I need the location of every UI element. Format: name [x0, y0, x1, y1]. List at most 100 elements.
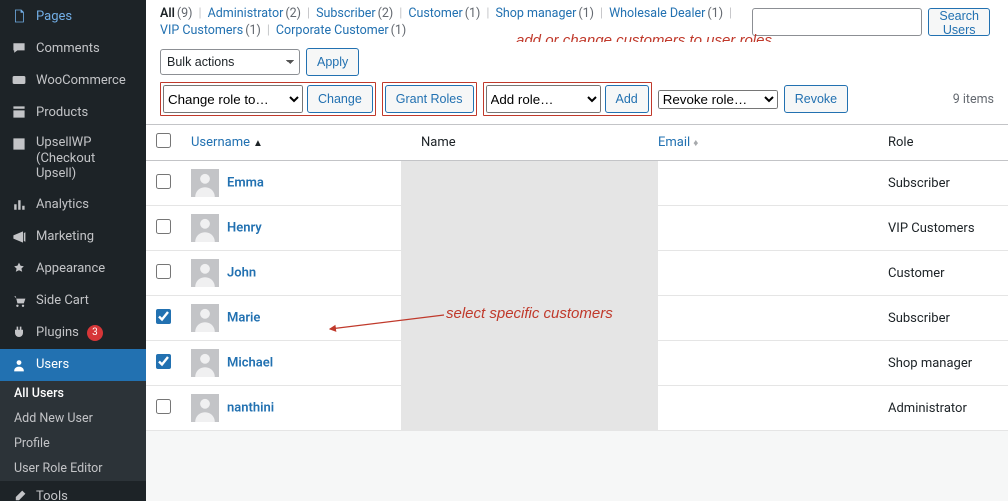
username-link[interactable]: Marie	[227, 310, 260, 325]
main-content: All (9) | Administrator (2) | Subscriber…	[146, 0, 1008, 501]
submenu-user-role-editor[interactable]: User Role Editor	[0, 456, 146, 481]
username-link[interactable]: Henry	[227, 220, 262, 235]
appearance-icon	[10, 260, 28, 278]
col-email[interactable]: Email♦	[648, 125, 878, 161]
sidebar-item-upsellwp[interactable]: UpsellWP (Checkout Upsell)	[0, 128, 146, 189]
sidebar-item-products[interactable]: Products	[0, 96, 146, 128]
products-icon	[10, 103, 28, 121]
pages-icon	[10, 7, 28, 25]
filter-wholesale-dealer[interactable]: Wholesale Dealer	[609, 6, 705, 21]
name-cell	[401, 295, 658, 341]
apply-button[interactable]: Apply	[306, 48, 359, 76]
filter-shop-manager[interactable]: Shop manager	[495, 6, 576, 21]
change-role-select[interactable]: Change role to…	[163, 85, 303, 113]
table-row[interactable]: Michael Shop manager	[146, 341, 1008, 386]
bulk-actions-row: Bulk actions Apply	[146, 42, 1008, 82]
avatar	[191, 259, 219, 287]
role-cell: Subscriber	[878, 161, 1008, 206]
sidebar-item-label: User Role Editor	[14, 461, 103, 476]
name-cell	[401, 250, 658, 296]
items-count: 9 items	[953, 92, 994, 107]
avatar	[191, 394, 219, 422]
table-row[interactable]: Marie Subscriber	[146, 296, 1008, 341]
tools-icon	[10, 488, 28, 501]
row-checkbox[interactable]	[156, 219, 171, 234]
email-cell	[648, 386, 878, 431]
filter-administrator[interactable]: Administrator	[208, 6, 284, 21]
sidebar-item-label: Add New User	[14, 411, 93, 426]
analytics-icon	[10, 196, 28, 214]
revoke-role-button[interactable]: Revoke	[784, 85, 848, 113]
sidebar-item-label: Marketing	[36, 229, 94, 244]
sidebar-item-pages[interactable]: Pages	[0, 0, 146, 32]
woo-icon	[10, 71, 28, 89]
col-username[interactable]: Username▲	[181, 125, 411, 161]
filter-corporate-customer[interactable]: Corporate Customer	[276, 23, 389, 38]
sidebar-item-label: Products	[36, 105, 88, 120]
row-checkbox[interactable]	[156, 399, 171, 414]
sidebar-item-label: Profile	[14, 436, 50, 451]
submenu-add-new-user[interactable]: Add New User	[0, 406, 146, 431]
submenu-all-users[interactable]: All Users	[0, 381, 146, 406]
table-row[interactable]: Emma Subscriber	[146, 161, 1008, 206]
row-checkbox[interactable]	[156, 354, 171, 369]
username-link[interactable]: Emma	[227, 175, 264, 190]
sidebar-item-marketing[interactable]: Marketing	[0, 221, 146, 253]
add-role-button[interactable]: Add	[605, 85, 649, 113]
table-row[interactable]: JohnCustomer	[146, 251, 1008, 296]
admin-sidebar: Pages Comments WooCommerce Products Upse…	[0, 0, 146, 501]
grant-roles-button[interactable]: Grant Roles	[385, 85, 474, 113]
comments-icon	[10, 39, 28, 57]
search-users-input[interactable]	[752, 8, 922, 36]
bulk-actions-select[interactable]: Bulk actions	[160, 49, 300, 75]
username-link[interactable]: nanthini	[227, 400, 274, 415]
row-checkbox[interactable]	[156, 264, 171, 279]
sidebar-item-sidecart[interactable]: Side Cart	[0, 285, 146, 317]
name-cell	[401, 160, 658, 206]
sidebar-item-appearance[interactable]: Appearance	[0, 253, 146, 285]
marketing-icon	[10, 228, 28, 246]
filter-all[interactable]: All	[160, 6, 175, 21]
username-link[interactable]: Michael	[227, 355, 273, 370]
username-link[interactable]: John	[227, 265, 256, 280]
upsell-icon	[10, 135, 28, 153]
role-cell: Shop manager	[878, 341, 1008, 386]
filter-customer[interactable]: Customer	[408, 6, 462, 21]
sort-icon: ▲	[253, 138, 263, 149]
role-cell: VIP Customers	[878, 206, 1008, 251]
sidebar-item-label: UpsellWP (Checkout Upsell)	[36, 135, 136, 182]
table-row[interactable]: Henry VIP Customers	[146, 206, 1008, 251]
table-row[interactable]: nanthini Administrator	[146, 386, 1008, 431]
plugins-update-badge: 3	[87, 325, 103, 341]
revoke-role-select[interactable]: Revoke role…	[658, 90, 778, 109]
sidebar-item-label: WooCommerce	[36, 73, 126, 88]
role-cell: Subscriber	[878, 296, 1008, 341]
submenu-profile[interactable]: Profile	[0, 431, 146, 456]
sidebar-item-analytics[interactable]: Analytics	[0, 189, 146, 221]
role-cell: Administrator	[878, 386, 1008, 431]
sidebar-item-label: All Users	[14, 386, 64, 401]
sidebar-item-plugins[interactable]: Plugins 3	[0, 317, 146, 349]
sidebar-item-label: Comments	[36, 41, 100, 56]
row-checkbox[interactable]	[156, 309, 171, 324]
role-actions-row: Change role to… Change Grant Roles Add r…	[146, 82, 1008, 124]
email-cell	[648, 296, 878, 341]
row-checkbox[interactable]	[156, 174, 171, 189]
sidebar-item-users[interactable]: Users	[0, 349, 146, 381]
search-users-button[interactable]: Search Users	[928, 8, 990, 36]
add-role-select[interactable]: Add role…	[486, 85, 601, 113]
filter-vip-customers[interactable]: VIP Customers	[160, 23, 243, 38]
sidebar-item-woocommerce[interactable]: WooCommerce	[0, 64, 146, 96]
change-role-button[interactable]: Change	[307, 85, 373, 113]
filter-subscriber[interactable]: Subscriber	[316, 6, 376, 21]
name-cell	[401, 340, 658, 386]
select-all-checkbox[interactable]	[156, 133, 171, 148]
sidebar-item-comments[interactable]: Comments	[0, 32, 146, 64]
sidebar-item-label: Users	[36, 357, 69, 372]
email-cell	[648, 206, 878, 251]
users-icon	[10, 356, 28, 374]
users-table: Username▲ Name Email♦ Role EmmaSubscribe…	[146, 124, 1008, 431]
sidebar-item-tools[interactable]: Tools	[0, 481, 146, 501]
sidebar-item-label: Appearance	[36, 261, 105, 276]
name-cell	[401, 205, 658, 251]
